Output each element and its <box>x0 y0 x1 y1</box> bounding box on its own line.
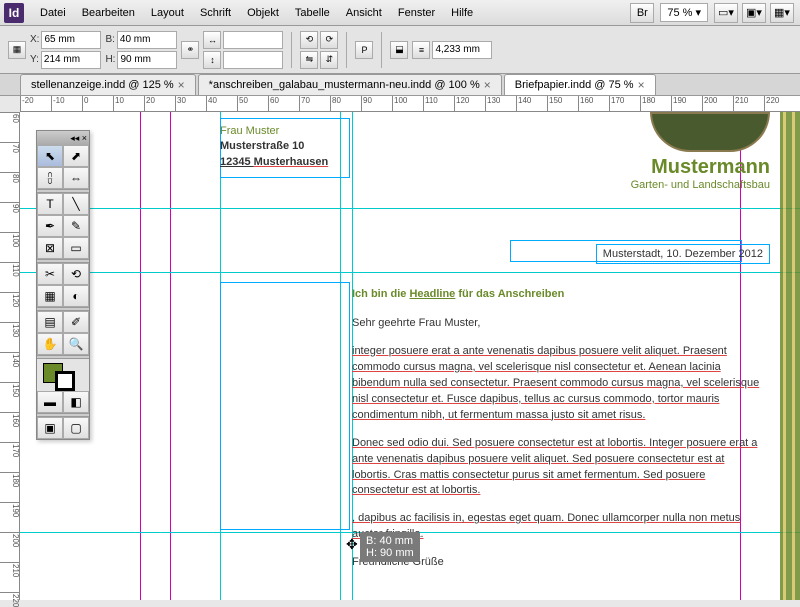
note-tool[interactable]: ▤ <box>37 311 63 333</box>
control-bar: ▦ X: Y: B: H: ⚭ ↔ ↕ ⟲⟳ ⇋⇵ P ⬓ ≡ <box>0 26 800 74</box>
constrain-icon[interactable]: ⚭ <box>181 41 199 59</box>
tab-briefpapier[interactable]: Briefpapier.indd @ 75 %× <box>504 74 656 95</box>
document-tabs: stellenanzeige.indd @ 125 %× *anschreibe… <box>0 74 800 96</box>
apply-color-icon[interactable]: ▬ <box>37 391 63 413</box>
menu-hilfe[interactable]: Hilfe <box>443 3 481 23</box>
close-icon[interactable]: × <box>178 78 185 92</box>
right-page-edge <box>780 112 800 600</box>
letter-headline: Ich bin die Headline für das Anschreiben <box>352 286 564 300</box>
h-label: H: <box>105 54 115 65</box>
guide[interactable] <box>170 112 171 600</box>
empty-frame[interactable] <box>220 282 350 530</box>
h-input[interactable] <box>117 51 177 69</box>
scale-x-icon[interactable]: ↔ <box>203 31 221 49</box>
y-label: Y: <box>30 54 39 65</box>
w-label: B: <box>105 34 114 45</box>
menu-objekt[interactable]: Objekt <box>239 3 287 23</box>
guide[interactable] <box>20 272 800 273</box>
gap-tool[interactable]: ⇔ <box>63 167 89 189</box>
menu-tabelle[interactable]: Tabelle <box>287 3 338 23</box>
logo-badge <box>650 112 770 152</box>
brand-name: Mustermann <box>590 156 770 179</box>
stroke-swatch[interactable] <box>55 371 75 391</box>
dimension-tooltip: B: 40 mmH: 90 mm <box>360 532 420 562</box>
flip-h-icon[interactable]: ⇋ <box>300 51 318 69</box>
view-options-icon[interactable]: ▭▾ <box>714 3 738 23</box>
menu-fenster[interactable]: Fenster <box>390 3 443 23</box>
rectangle-tool[interactable]: ▭ <box>63 237 89 259</box>
zoom-tool[interactable]: 🔍 <box>63 333 89 355</box>
menu-datei[interactable]: Datei <box>32 3 74 23</box>
move-cursor-icon: ✥ <box>346 536 358 553</box>
rotate-cw-icon[interactable]: ⟳ <box>320 31 338 49</box>
w-input[interactable] <box>117 31 177 49</box>
corner-options-icon[interactable]: ⬓ <box>390 41 408 59</box>
arrange-icon[interactable]: ▦▾ <box>770 3 794 23</box>
menu-bearbeiten[interactable]: Bearbeiten <box>74 3 143 23</box>
gradient-swatch-tool[interactable]: ▦ <box>37 285 63 307</box>
address-city: 12345 Musterhausen <box>220 155 328 170</box>
pencil-tool[interactable]: ✎ <box>63 215 89 237</box>
guide[interactable] <box>20 208 800 209</box>
menu-schrift[interactable]: Schrift <box>192 3 239 23</box>
y-input[interactable] <box>41 51 101 69</box>
tab-stellenanzeige[interactable]: stellenanzeige.indd @ 125 %× <box>20 74 196 95</box>
panel-header[interactable]: ◂◂ × <box>37 131 89 145</box>
close-icon[interactable]: × <box>638 78 645 92</box>
ruler-vertical[interactable]: 6070809010011012013014015016017018019020… <box>0 112 20 600</box>
bridge-icon[interactable]: Br <box>630 3 654 23</box>
stroke-weight-input[interactable] <box>432 41 492 59</box>
selection-tool[interactable]: ⬉ <box>37 145 63 167</box>
eyedropper-tool[interactable]: ✐ <box>63 311 89 333</box>
address-block: Frau Muster Musterstraße 10 12345 Muster… <box>220 124 328 170</box>
menubar: Id Datei Bearbeiten Layout Schrift Objek… <box>0 0 800 26</box>
type-tool[interactable]: T <box>37 193 63 215</box>
x-input[interactable] <box>41 31 101 49</box>
menu-ansicht[interactable]: Ansicht <box>338 3 390 23</box>
canvas[interactable]: Frau Muster Musterstraße 10 12345 Muster… <box>20 112 800 600</box>
letterhead: Mustermann Garten- und Landschaftsbau <box>590 112 770 191</box>
line-tool[interactable]: ╲ <box>63 193 89 215</box>
preview-view-icon[interactable]: ▢ <box>63 417 89 439</box>
flip-v-icon[interactable]: ⇵ <box>320 51 338 69</box>
screen-mode-icon[interactable]: ▣▾ <box>742 3 766 23</box>
hand-tool[interactable]: ✋ <box>37 333 63 355</box>
gradient-feather-tool[interactable]: ◐ <box>63 285 89 307</box>
direct-selection-tool[interactable]: ⬈ <box>63 145 89 167</box>
x-label: X: <box>30 34 39 45</box>
rectangle-frame-tool[interactable]: ⊠ <box>37 237 63 259</box>
app-icon: Id <box>4 3 24 23</box>
greeting: Sehr geehrte Frau Muster, <box>352 316 764 332</box>
guide[interactable] <box>140 112 141 600</box>
ruler-horizontal[interactable]: -20-100102030405060708090100110120130140… <box>20 96 800 112</box>
scissors-tool[interactable]: ✂ <box>37 263 63 285</box>
scale-y-icon[interactable]: ↕ <box>203 51 221 69</box>
free-transform-tool[interactable]: ⟲ <box>63 263 89 285</box>
pen-tool[interactable]: ✒ <box>37 215 63 237</box>
zoom-select[interactable]: 75 % ▾ <box>660 3 708 22</box>
body-p2: Donec sed odio dui. Sed posuere consecte… <box>352 436 764 500</box>
reference-point-icon[interactable]: ▦ <box>8 41 26 59</box>
tools-panel[interactable]: ◂◂ × ⬉ ⬈ ⩉ ⇔ T ╲ ✒ ✎ ⊠ ▭ ✂ ⟲ ▦ ◐ ▤ ✐ ✋ 🔍… <box>36 130 90 440</box>
scale-y-input[interactable] <box>223 51 283 69</box>
address-street: Musterstraße 10 <box>220 139 328 154</box>
scale-x-input[interactable] <box>223 31 283 49</box>
text-wrap-icon[interactable]: P <box>355 41 373 59</box>
body-p1: integer posuere erat a ante venenatis da… <box>352 344 764 424</box>
fill-stroke-swatch[interactable] <box>37 359 89 391</box>
apply-gradient-icon[interactable]: ◧ <box>63 391 89 413</box>
menu-layout[interactable]: Layout <box>143 3 192 23</box>
brand-tagline: Garten- und Landschaftsbau <box>590 179 770 191</box>
close-icon[interactable]: × <box>484 78 491 92</box>
tab-anschreiben[interactable]: *anschreiben_galabau_mustermann-neu.indd… <box>198 74 502 95</box>
date-line: Musterstadt, 10. Dezember 2012 <box>596 244 770 264</box>
rotate-icon[interactable]: ⟲ <box>300 31 318 49</box>
stroke-weight-icon[interactable]: ≡ <box>412 41 430 59</box>
normal-view-icon[interactable]: ▣ <box>37 417 63 439</box>
address-name: Frau Muster <box>220 124 328 139</box>
page-tool[interactable]: ⩉ <box>37 167 63 189</box>
